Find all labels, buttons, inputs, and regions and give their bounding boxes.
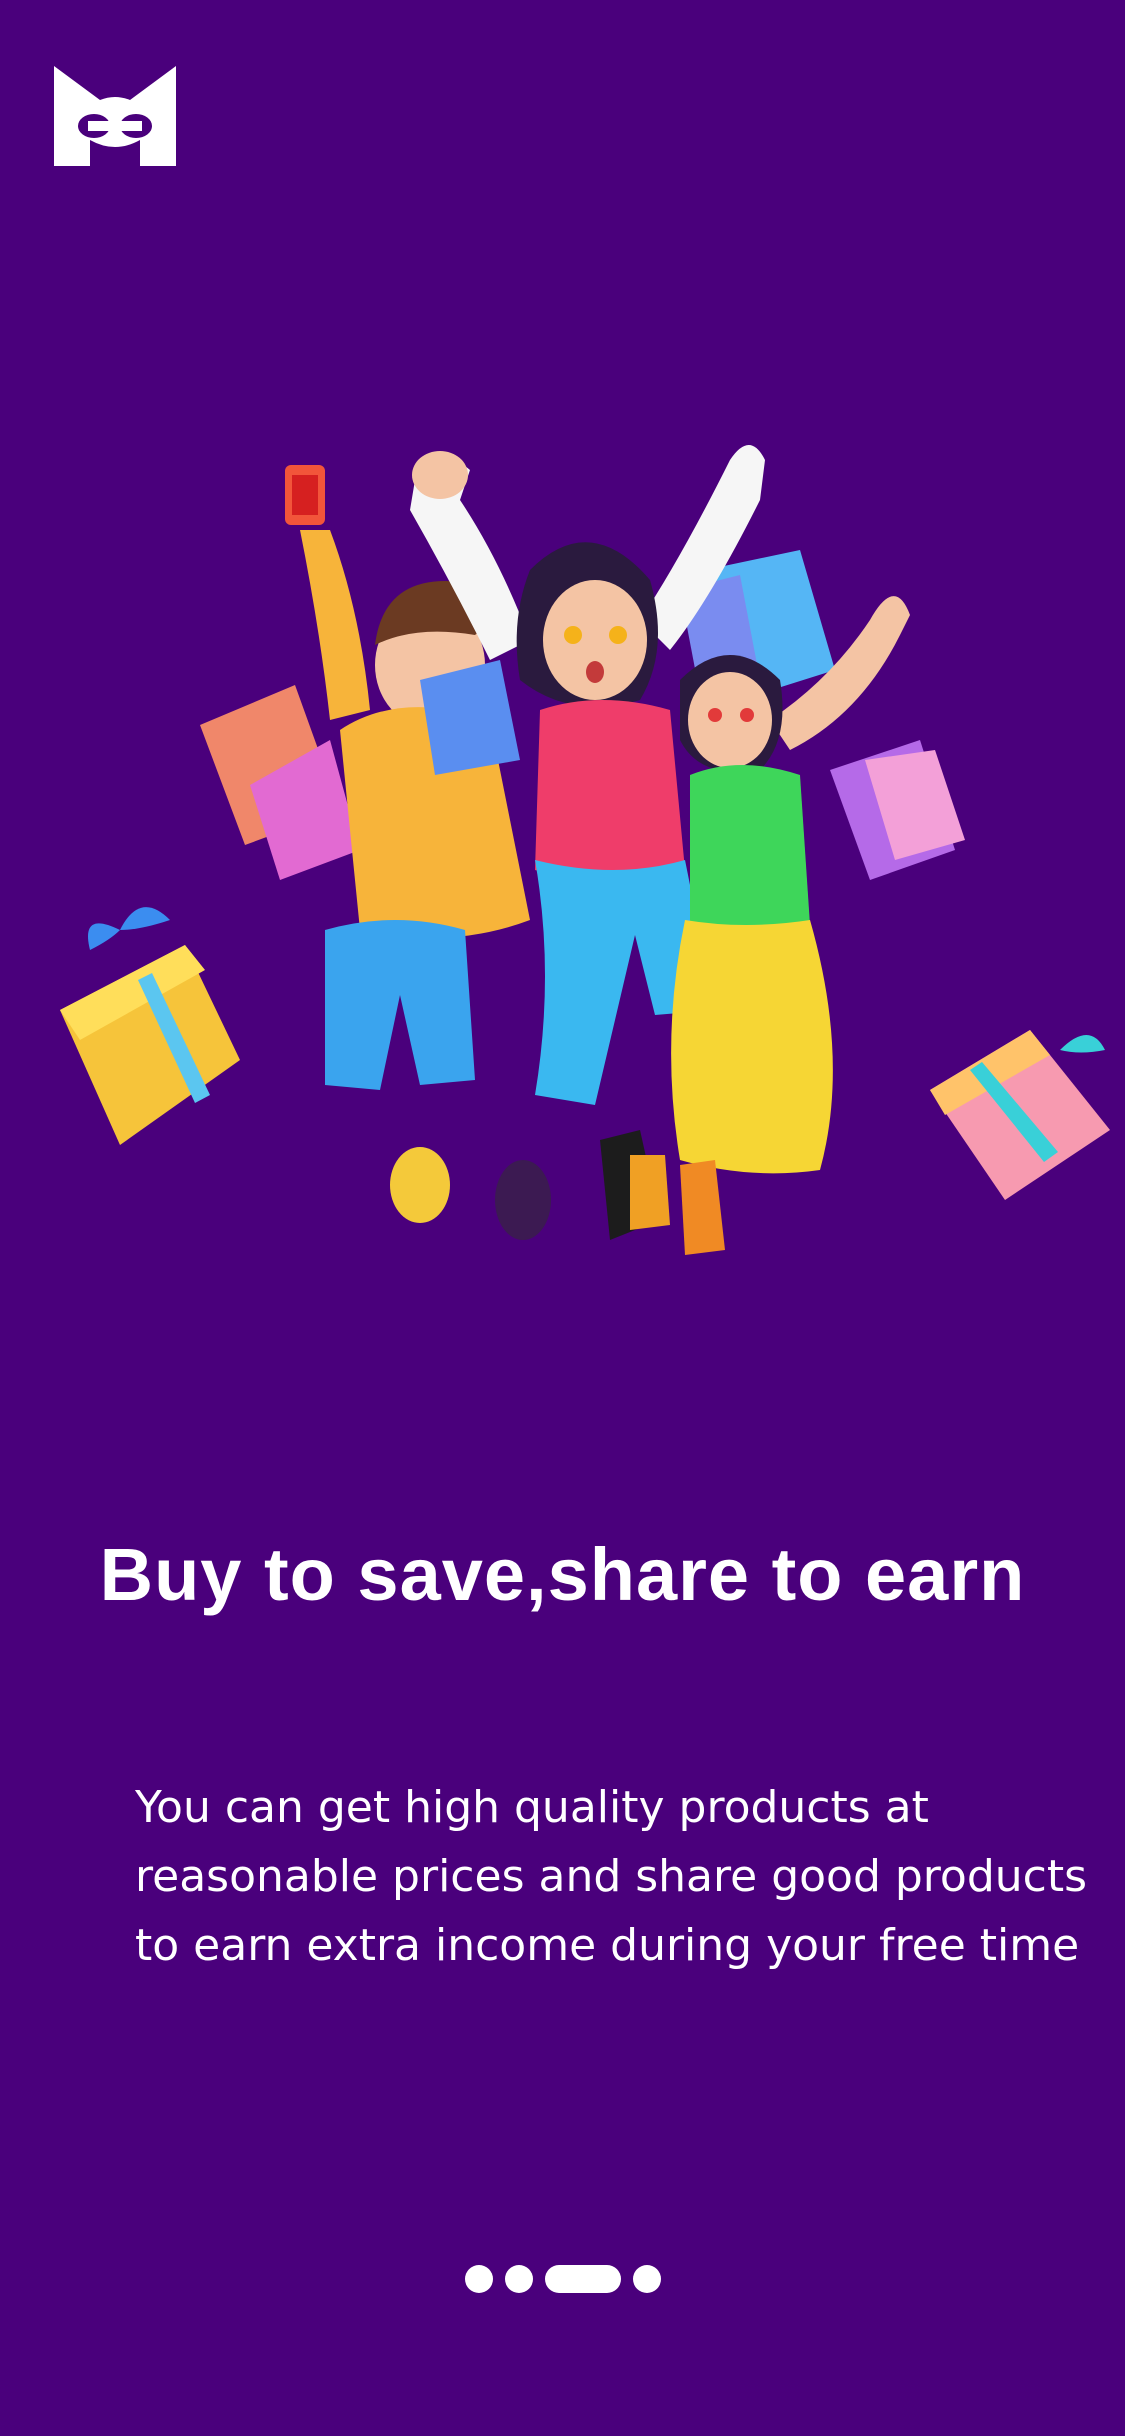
hero-illustration <box>40 440 1120 1320</box>
onboarding-headline: Buy to save,share to earn <box>99 1533 1026 1616</box>
app-logo-icon <box>48 58 182 174</box>
onboarding-description: You can get high quality products at rea… <box>135 1782 1088 1971</box>
gift-box-right <box>930 1030 1110 1200</box>
gift-box-left <box>60 907 240 1145</box>
page-dot-3-active[interactable] <box>544 2265 621 2293</box>
page-dot-4[interactable] <box>632 2265 661 2293</box>
page-dot-1[interactable] <box>464 2265 493 2293</box>
page-indicator <box>0 2265 1125 2293</box>
page-dot-2[interactable] <box>504 2265 533 2293</box>
